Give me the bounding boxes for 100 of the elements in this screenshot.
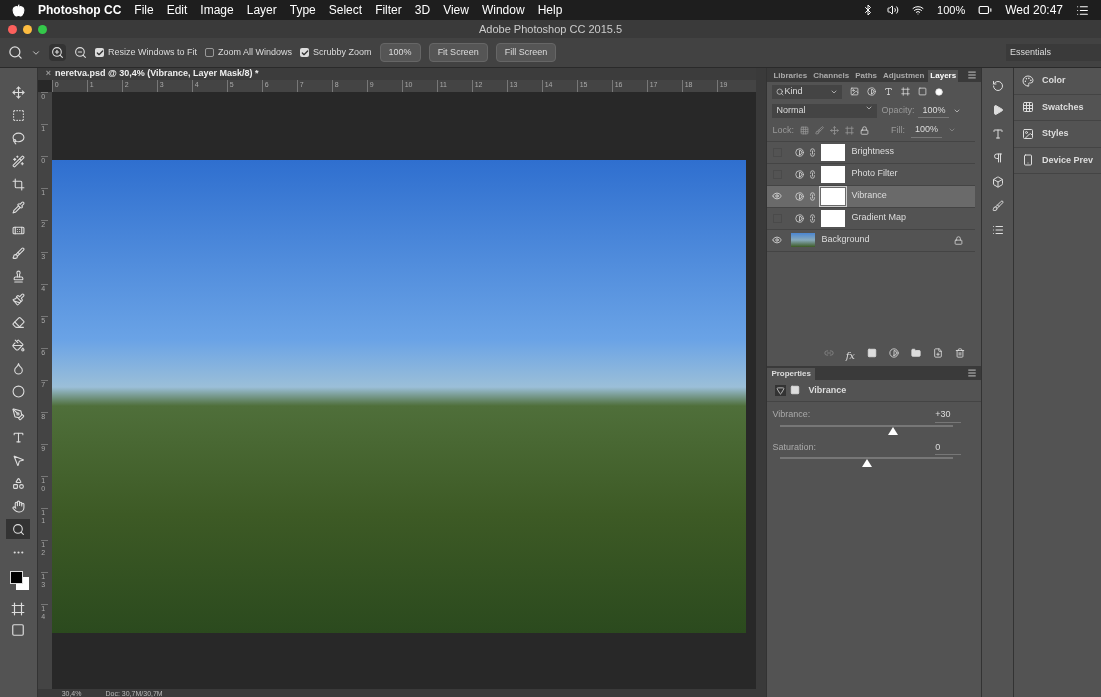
paragraph-icon[interactable] [991,152,1004,164]
shape-filter-icon[interactable] [901,87,911,97]
character-icon[interactable] [991,128,1004,140]
screen-mode-icon[interactable] [11,623,26,637]
layer-row[interactable]: Photo Filter [767,163,976,186]
link-icon[interactable] [808,213,818,223]
brush-presets-icon[interactable] [991,200,1004,212]
menu-item[interactable]: Select [328,1,363,19]
checkbox-option[interactable]: Zoom All Windows [205,45,293,60]
zoom-in-button[interactable] [49,44,66,61]
apple-icon[interactable] [12,3,25,17]
panel-button[interactable]: Styles [1013,121,1101,148]
menu-item[interactable]: Type [289,1,316,19]
play-icon[interactable] [991,104,1004,116]
mask-icon[interactable] [790,385,801,396]
workspace-select[interactable]: Essentials [1006,43,1101,62]
panel-button[interactable]: Device Prev [1013,147,1101,174]
eye-icon[interactable] [772,235,783,245]
slider-value[interactable]: +30 [935,408,962,423]
battery-icon[interactable] [978,3,993,17]
slider-track[interactable] [780,457,954,467]
check-icon [95,48,104,57]
zoom-preset-button[interactable]: Fit Screen [428,42,488,63]
panel-label: Device Prev [1041,153,1093,167]
panel-tab[interactable]: Libraries [771,70,810,82]
menu-item[interactable]: Layer [246,1,277,19]
panel-label: Swatches [1041,100,1084,114]
adjustment-icon [795,147,805,157]
slider-thumb[interactable] [861,459,872,467]
search-icon [776,87,785,96]
link-icon[interactable] [808,169,818,179]
mask-icon[interactable] [867,347,877,358]
adjustment-icon[interactable] [889,347,899,358]
list-icon[interactable] [1076,3,1089,17]
slider-track[interactable] [780,424,954,435]
image-filter-icon[interactable] [850,87,860,97]
menu-item[interactable]: Window [481,1,525,19]
panel-menu-icon[interactable] [967,70,978,80]
panel-tab[interactable]: Properties [767,367,815,380]
new-layer-icon[interactable] [933,347,943,358]
layer-row[interactable]: Background [767,229,976,252]
panel-tab[interactable]: Paths [853,70,879,82]
slider-value[interactable]: 0 [935,440,962,455]
volume-icon[interactable] [887,4,900,16]
fill-field[interactable]: 100% [910,123,942,138]
folder-icon[interactable] [911,347,921,358]
palette-icon [1021,74,1034,87]
opacity-label: Opacity: [881,104,915,117]
minimize-button[interactable] [23,24,32,34]
type-filter-icon[interactable] [884,87,894,97]
panel-tab[interactable]: Layers [928,70,959,82]
mask-thumbnail [821,165,846,183]
menu-item[interactable]: Image [200,1,234,19]
link-icon[interactable] [808,147,818,157]
menu-item[interactable]: Help [537,1,563,19]
filter-value: Kind [784,85,803,98]
app-menu[interactable]: Photoshop CC [38,1,122,19]
menu-item[interactable]: 3D [414,1,431,19]
toggle-filter-icon[interactable] [935,87,944,96]
adjustment-icon [795,169,805,179]
panel-menu-icon[interactable] [967,367,978,378]
checkbox-option[interactable]: Resize Windows to Fit [95,45,198,60]
document-tab[interactable]: × neretva.psd @ 30,4% (Vibrance, Layer Mask/8) * [37,68,757,80]
properties-title: Vibrance [808,383,847,397]
menu-item[interactable]: Edit [166,1,188,19]
menu-item[interactable]: Filter [375,1,402,19]
checkbox-option[interactable]: Scrubby Zoom [300,45,372,60]
search-icon[interactable] [6,519,31,539]
smart-filter-icon[interactable] [918,87,928,97]
lock-icon[interactable] [859,125,869,135]
opacity-field[interactable]: 100% [918,103,950,118]
panel-button[interactable]: Swatches [1013,94,1101,121]
history-icon[interactable] [991,80,1004,92]
panel-button[interactable]: Color [1013,68,1101,95]
grid-icon[interactable] [799,125,809,135]
panel-tab[interactable]: Adjustmen [881,70,927,82]
trash-icon[interactable] [955,347,965,358]
zoom-button[interactable] [38,24,47,34]
close-window-button[interactable] [8,24,17,34]
blend-mode-select[interactable]: Normal [772,104,878,118]
cube-icon[interactable] [991,176,1004,188]
eye-icon[interactable] [772,191,783,201]
fx-icon[interactable]: fx [845,347,855,363]
link-icon[interactable] [808,191,818,201]
wifi-icon[interactable] [912,4,925,16]
layer-row[interactable]: Gradient Map [767,207,976,230]
adjustment-filter-icon[interactable] [867,87,877,97]
phone-icon [1021,154,1034,167]
menu-item[interactable]: File [134,1,154,19]
search-icon[interactable] [8,45,23,60]
zoom-out-icon[interactable] [74,46,87,59]
zoom-preset-button[interactable]: Fill Screen [495,42,557,63]
panel-tab[interactable]: Channels [811,70,852,82]
zoom-preset-button[interactable]: 100% [379,42,421,63]
slider-thumb[interactable] [887,426,898,435]
clock[interactable]: Wed 20:47 [1005,1,1063,19]
layer-row[interactable]: Vibrance [767,185,976,208]
menu-item[interactable]: View [443,1,469,19]
filter-select[interactable]: Kind [772,85,843,99]
layer-row[interactable]: Brightness [767,141,976,164]
